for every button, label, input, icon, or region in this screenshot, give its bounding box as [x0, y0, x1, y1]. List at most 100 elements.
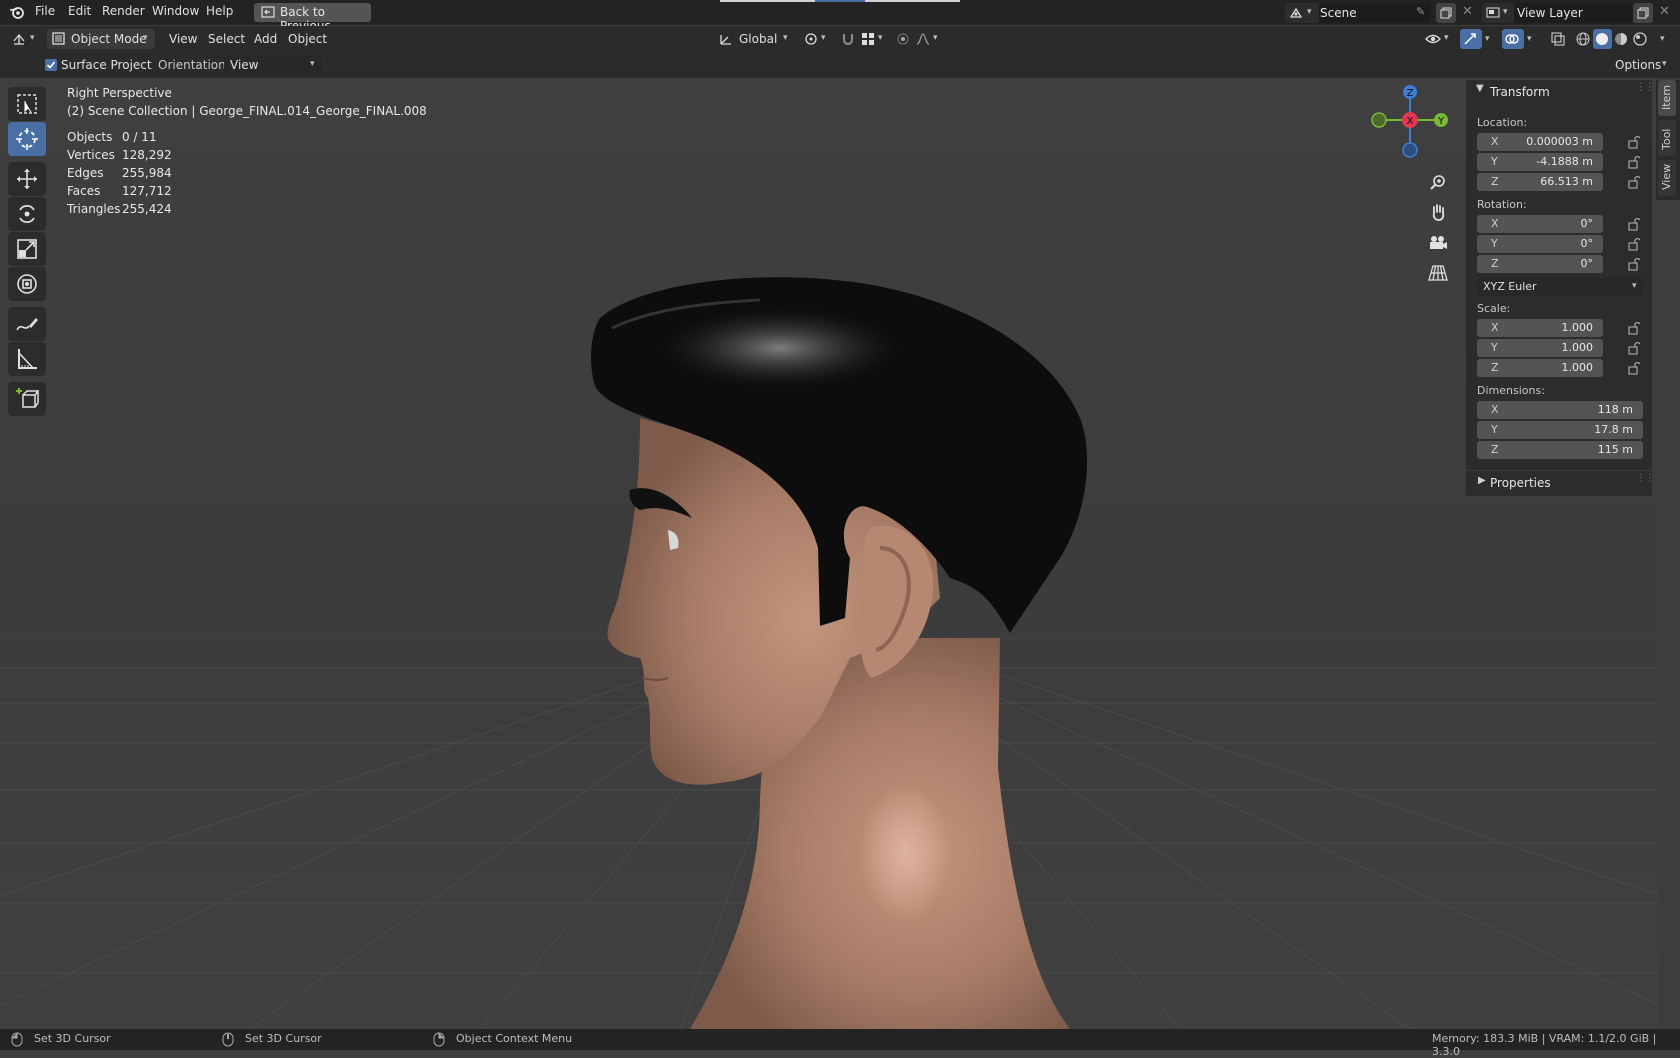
solid-sphere-icon [1596, 33, 1608, 45]
menu-window[interactable]: Window [152, 4, 199, 18]
transform-icon [17, 274, 37, 294]
menu-help[interactable]: Help [206, 4, 233, 18]
gizmo-toggle[interactable] [1460, 29, 1482, 49]
orientation-dropdown[interactable]: View ▾ [224, 56, 322, 75]
lock-icon[interactable] [1627, 361, 1641, 375]
sidebar-tab-view[interactable]: View [1658, 160, 1676, 196]
camera-view-button[interactable] [1425, 230, 1451, 256]
measure-tool[interactable] [8, 342, 46, 376]
shading-rendered-button[interactable] [1631, 29, 1650, 49]
sidebar-tab-tool[interactable]: Tool [1658, 120, 1676, 156]
menu-render[interactable]: Render [102, 4, 145, 18]
overlays-toggle[interactable] [1502, 29, 1524, 49]
zoom-view-button[interactable] [1425, 170, 1451, 196]
snap-toggle[interactable] [838, 29, 858, 49]
rotation-mode-dropdown[interactable]: XYZ Euler ▾ [1477, 278, 1643, 296]
header-menu-add[interactable]: Add [254, 32, 277, 46]
select-box-tool[interactable] [8, 87, 46, 121]
new-view-layer-button[interactable] [1633, 3, 1653, 23]
lock-icon[interactable] [1627, 135, 1641, 149]
move-tool[interactable] [8, 162, 46, 196]
dimensions-y-value: 17.8 m [1594, 423, 1633, 436]
lock-icon[interactable] [1627, 257, 1641, 271]
header-menu-view[interactable]: View [169, 32, 197, 46]
shading-wireframe-button[interactable] [1574, 29, 1593, 49]
shading-material-button[interactable] [1612, 29, 1631, 49]
pan-view-button[interactable] [1425, 200, 1451, 226]
scene-name-field[interactable]: Scene [1319, 3, 1431, 23]
pivot-point-dropdown[interactable]: ▾ [801, 29, 831, 49]
lock-icon[interactable] [1627, 175, 1641, 189]
annotate-tool[interactable] [8, 307, 46, 341]
header-menu-select[interactable]: Select [208, 32, 245, 46]
3d-viewport[interactable]: Right Perspective (2) Scene Collection |… [0, 78, 1658, 1029]
lock-icon[interactable] [1627, 237, 1641, 251]
pin-icon[interactable]: ✎ [1416, 5, 1425, 18]
cursor-tool[interactable] [8, 122, 46, 156]
material-sphere-icon [1615, 33, 1627, 45]
chevron-down-icon[interactable]: ▾ [1527, 34, 1532, 44]
dimensions-y-field[interactable]: Y 17.8 m [1477, 421, 1643, 439]
lock-icon[interactable] [1627, 155, 1641, 169]
perspective-toggle-button[interactable] [1425, 260, 1451, 286]
close-view-layer-icon[interactable]: ✕ [1659, 4, 1670, 19]
scene-type-dropdown[interactable]: ▾ [1285, 3, 1319, 23]
drag-handle-icon[interactable]: ⋮⋮ [1636, 473, 1655, 484]
transform-tool[interactable] [8, 267, 46, 301]
proportional-editing-toggle[interactable] [893, 29, 913, 49]
chevron-down-icon: ▾ [143, 33, 148, 43]
chevron-down-icon[interactable]: ▾ [1485, 34, 1490, 44]
menu-edit[interactable]: Edit [68, 4, 91, 18]
shading-solid-button[interactable] [1593, 29, 1612, 49]
rotation-z-field[interactable]: Z 0° [1477, 255, 1603, 273]
lock-icon[interactable] [1627, 321, 1641, 335]
sidebar-tab-item[interactable]: Item [1658, 80, 1676, 116]
proportional-falloff-dropdown[interactable]: ▾ [913, 29, 943, 49]
chevron-down-icon[interactable]: ▾ [1660, 34, 1665, 44]
tool-settings-bar: Surface Project Orientation: View ▾ Opti… [0, 52, 1680, 78]
rotation-y-field[interactable]: Y 0° [1477, 235, 1603, 253]
dimensions-label: Dimensions: [1477, 384, 1545, 397]
scale-z-field[interactable]: Z 1.000 [1477, 359, 1603, 377]
view-layer-name-field[interactable]: View Layer [1514, 3, 1634, 23]
object-visibility-dropdown[interactable]: ▾ [1422, 29, 1454, 49]
editor-type-dropdown[interactable]: ▾ [8, 29, 40, 49]
scale-label: Scale: [1477, 302, 1511, 315]
hand-icon [1432, 204, 1445, 221]
rotate-tool[interactable] [8, 197, 46, 231]
drag-handle-icon[interactable]: ⋮⋮ [1636, 82, 1655, 93]
transform-panel-header[interactable]: ▼ Transform ⋮⋮ [1466, 80, 1655, 102]
lock-icon[interactable] [1627, 341, 1641, 355]
object-mode-dropdown[interactable]: Object Mode ▾ [47, 29, 155, 49]
new-scene-button[interactable] [1436, 3, 1456, 23]
transform-orientation-dropdown[interactable]: Global ▾ [715, 29, 793, 49]
lock-icon[interactable] [1627, 217, 1641, 231]
dimensions-z-field[interactable]: Z 115 m [1477, 441, 1643, 459]
scale-x-field[interactable]: X 1.000 [1477, 319, 1603, 337]
header-menu-object[interactable]: Object [288, 32, 327, 46]
scale-y-field[interactable]: Y 1.000 [1477, 339, 1603, 357]
rotation-x-field[interactable]: X 0° [1477, 215, 1603, 233]
surface-project-checkbox[interactable] [45, 59, 57, 71]
navigation-gizmo[interactable]: Z Y X [1365, 83, 1455, 163]
chevron-down-icon: ▾ [30, 33, 35, 43]
surface-project-label[interactable]: Surface Project [61, 58, 152, 72]
options-dropdown[interactable]: Options ▾ [1608, 55, 1672, 74]
menu-file[interactable]: File [35, 4, 55, 18]
location-x-field[interactable]: X 0.000003 m [1477, 133, 1603, 151]
add-cube-tool[interactable] [8, 382, 46, 416]
location-z-field[interactable]: Z 66.513 m [1477, 173, 1603, 191]
view-layer-type-dropdown[interactable]: ▾ [1482, 3, 1514, 23]
rotation-y-value: 0° [1580, 237, 1594, 250]
mouse-middle-icon [222, 1032, 234, 1047]
close-scene-icon[interactable]: ✕ [1462, 4, 1473, 19]
xray-toggle[interactable] [1548, 29, 1568, 49]
rotation-mode-value: XYZ Euler [1483, 280, 1537, 293]
properties-panel-header[interactable]: ▶ Properties ⋮⋮ [1466, 470, 1655, 493]
scale-tool[interactable] [8, 232, 46, 266]
blender-logo-icon[interactable] [9, 5, 25, 22]
dimensions-x-field[interactable]: X 118 m [1477, 401, 1643, 419]
back-to-previous-button[interactable]: Back to Previous [254, 3, 371, 33]
location-y-field[interactable]: Y -4.1888 m [1477, 153, 1603, 171]
snap-target-dropdown[interactable]: ▾ [858, 29, 888, 49]
